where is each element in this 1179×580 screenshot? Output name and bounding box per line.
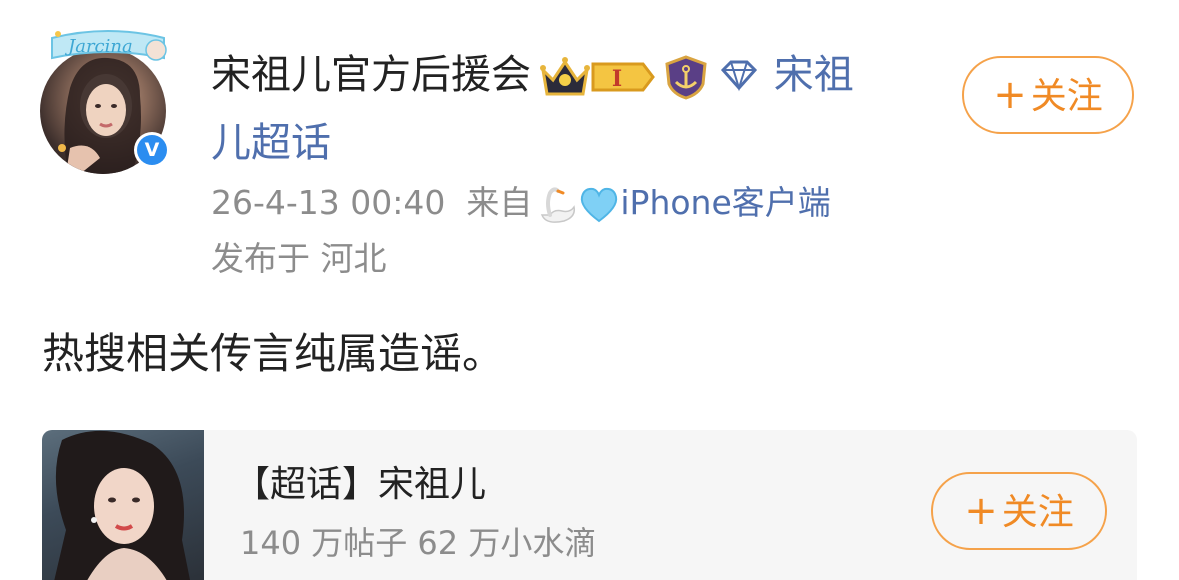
- supertopic-follow-label: 关注: [1001, 492, 1074, 533]
- verified-v-icon: V: [137, 135, 167, 165]
- follow-button[interactable]: + 关注: [962, 56, 1134, 134]
- verified-badge: V: [134, 132, 170, 168]
- supertopic-follow-button[interactable]: + 关注: [931, 472, 1107, 550]
- supertopic-portrait-image: [54, 431, 190, 580]
- author-avatar-wrap[interactable]: Jarcina V: [38, 28, 174, 174]
- weibo-post-view: Jarcina V 宋祖儿官方后援会 I 宋祖 儿超话 + 关注 26-4-13…: [0, 0, 1179, 580]
- anchor-shield-icon[interactable]: [661, 54, 711, 100]
- plus-icon: +: [964, 488, 998, 534]
- post-body-text: 热搜相关传言纯属造谣。: [42, 329, 505, 378]
- swan-icon: [541, 186, 576, 223]
- supertopic-title[interactable]: 【超话】宋祖儿: [234, 460, 486, 510]
- supertopic-thumbnail: [42, 430, 204, 580]
- badge-row: I 宋祖: [539, 50, 854, 100]
- supertopic-stats: 140 万帖子 62 万小水滴: [240, 524, 597, 562]
- author-name[interactable]: 宋祖儿官方后援会: [211, 52, 531, 98]
- source-client-link[interactable]: iPhone客户端: [620, 183, 830, 222]
- diamond-icon[interactable]: [717, 54, 761, 100]
- post-timestamp: 26-4-13 00:40: [211, 183, 446, 222]
- source-prefix: 来自: [466, 183, 533, 222]
- topic-link-part1[interactable]: 宋祖: [774, 52, 854, 98]
- post-meta: 26-4-13 00:40 来自 iPhone客户端: [211, 180, 831, 226]
- level-badge-text: I: [612, 66, 622, 92]
- topic-link-part2[interactable]: 儿超话: [211, 115, 331, 171]
- avatar-banner-decoration: Jarcina: [51, 30, 167, 61]
- author-name-line: 宋祖儿官方后援会 I 宋祖: [211, 50, 911, 110]
- level-badge-icon[interactable]: I: [591, 54, 655, 100]
- plus-icon: +: [993, 72, 1027, 118]
- supertopic-card[interactable]: 【超话】宋祖儿 140 万帖子 62 万小水滴 + 关注: [42, 430, 1137, 580]
- avatar-banner-text: Jarcina: [64, 36, 133, 57]
- follow-button-label: 关注: [1030, 76, 1103, 117]
- blue-heart-icon: [581, 187, 618, 222]
- post-location: 发布于 河北: [211, 239, 387, 278]
- crown-icon[interactable]: [539, 54, 591, 100]
